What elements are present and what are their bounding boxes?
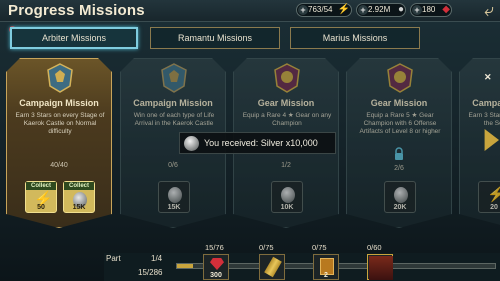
silver-reward: 10K bbox=[271, 181, 303, 213]
silver-coin-icon bbox=[394, 187, 408, 203]
silver-coin-icon bbox=[184, 136, 199, 151]
mission-progress: 0/6 bbox=[168, 162, 178, 169]
gem-counter[interactable]: + 180 ◆ bbox=[410, 3, 452, 17]
header-bar: Progress Missions + 763/54 ⚡ + 2.92M ● +… bbox=[0, 0, 500, 22]
add-energy-icon[interactable]: + bbox=[298, 5, 308, 15]
toast-text: You received: Silver x10,000 bbox=[204, 138, 318, 148]
energy-bolt-icon: ⚡ bbox=[487, 186, 500, 203]
silver-reward: 15K bbox=[158, 181, 190, 213]
mission-description: Equip a Rare 5 ★ Gear Champion with 6 Of… bbox=[359, 112, 441, 135]
scroll-icon bbox=[264, 256, 282, 278]
back-button[interactable]: ⤶ bbox=[479, 1, 499, 21]
silver-coin-icon bbox=[281, 187, 295, 203]
add-silver-icon[interactable]: + bbox=[358, 5, 368, 15]
milestone-reward-gems[interactable]: 300 bbox=[203, 254, 229, 280]
silver-coin-icon: ● bbox=[397, 4, 404, 15]
gem-icon: ◆ bbox=[442, 4, 450, 15]
gear-emblem-icon bbox=[271, 62, 303, 94]
campaign-emblem-icon bbox=[44, 62, 76, 94]
champion-portrait bbox=[369, 256, 393, 280]
silver-counter[interactable]: + 2.92M ● bbox=[356, 3, 406, 17]
tab-ramantu-missions[interactable]: Ramantu Missions bbox=[150, 27, 280, 49]
page-title: Progress Missions bbox=[8, 2, 145, 19]
mission-description: Equip a Rare 4 ★ Gear on any Champion bbox=[242, 112, 332, 127]
campaign-emblem-icon bbox=[158, 62, 190, 94]
silver-reward: 20K bbox=[384, 181, 416, 213]
part-progress-fill bbox=[177, 264, 193, 268]
close-icon[interactable]: ✕ bbox=[484, 72, 492, 83]
mission-description: Earn 3 Stars on every Stage of the Sewer… bbox=[468, 112, 500, 127]
mission-name: Campaign Mission bbox=[472, 98, 500, 108]
tab-arbiter-missions[interactable]: Arbiter Missions bbox=[10, 27, 138, 49]
energy-bolt-icon: ⚡ bbox=[337, 4, 350, 15]
mission-name: Gear Mission bbox=[370, 98, 428, 108]
gem-icon bbox=[210, 258, 224, 270]
milestone-count: 0/75 bbox=[259, 243, 274, 252]
mission-description: Earn 3 Stars on every Stage of Kaerok Ca… bbox=[15, 112, 105, 135]
mission-progress: 40/40 bbox=[50, 162, 68, 169]
mission-card-4[interactable]: Gear Mission Equip a Rare 5 ★ Gear Champ… bbox=[346, 58, 452, 228]
milestone-reward-champion[interactable] bbox=[367, 254, 393, 280]
mission-progress: 1/2 bbox=[281, 162, 291, 169]
progress-missions-screen: Progress Missions + 763/54 ⚡ + 2.92M ● +… bbox=[0, 0, 500, 281]
mission-description: Win one of each type of Life Arrival in … bbox=[133, 112, 215, 127]
milestone-count: 0/60 bbox=[367, 243, 382, 252]
part-label: Part bbox=[106, 254, 121, 263]
mission-name: Gear Mission bbox=[257, 98, 315, 108]
milestone-reward-scroll[interactable] bbox=[259, 254, 285, 280]
lock-icon bbox=[392, 147, 406, 161]
mission-name: Campaign Mission bbox=[19, 98, 99, 108]
reward-toast: You received: Silver x10,000 bbox=[179, 132, 336, 154]
part-total: 15/286 bbox=[138, 268, 163, 277]
add-gems-icon[interactable]: + bbox=[412, 5, 422, 15]
collect-silver-reward[interactable]: Collect 15K bbox=[63, 181, 95, 213]
silver-coin-icon bbox=[168, 187, 182, 203]
gear-emblem-icon bbox=[384, 62, 416, 94]
part-number: 1/4 bbox=[151, 254, 163, 263]
energy-reward: ⚡ 20 bbox=[478, 181, 500, 213]
milestone-reward-book[interactable]: 2 bbox=[313, 254, 339, 280]
gem-value: 180 bbox=[422, 5, 436, 14]
tab-marius-missions[interactable]: Marius Missions bbox=[290, 27, 420, 49]
energy-value: 763/54 bbox=[308, 5, 333, 14]
mission-card-1[interactable]: Campaign Mission Earn 3 Stars on every S… bbox=[6, 58, 112, 228]
mission-progress: 2/6 bbox=[394, 165, 404, 172]
silver-value: 2.92M bbox=[368, 5, 391, 14]
energy-counter[interactable]: + 763/54 ⚡ bbox=[296, 3, 352, 17]
milestone-count: 15/76 bbox=[205, 243, 224, 252]
collect-energy-reward[interactable]: Collect ⚡ 50 bbox=[25, 181, 57, 213]
mission-name: Campaign Mission bbox=[133, 98, 213, 108]
milestone-count: 0/75 bbox=[312, 243, 327, 252]
